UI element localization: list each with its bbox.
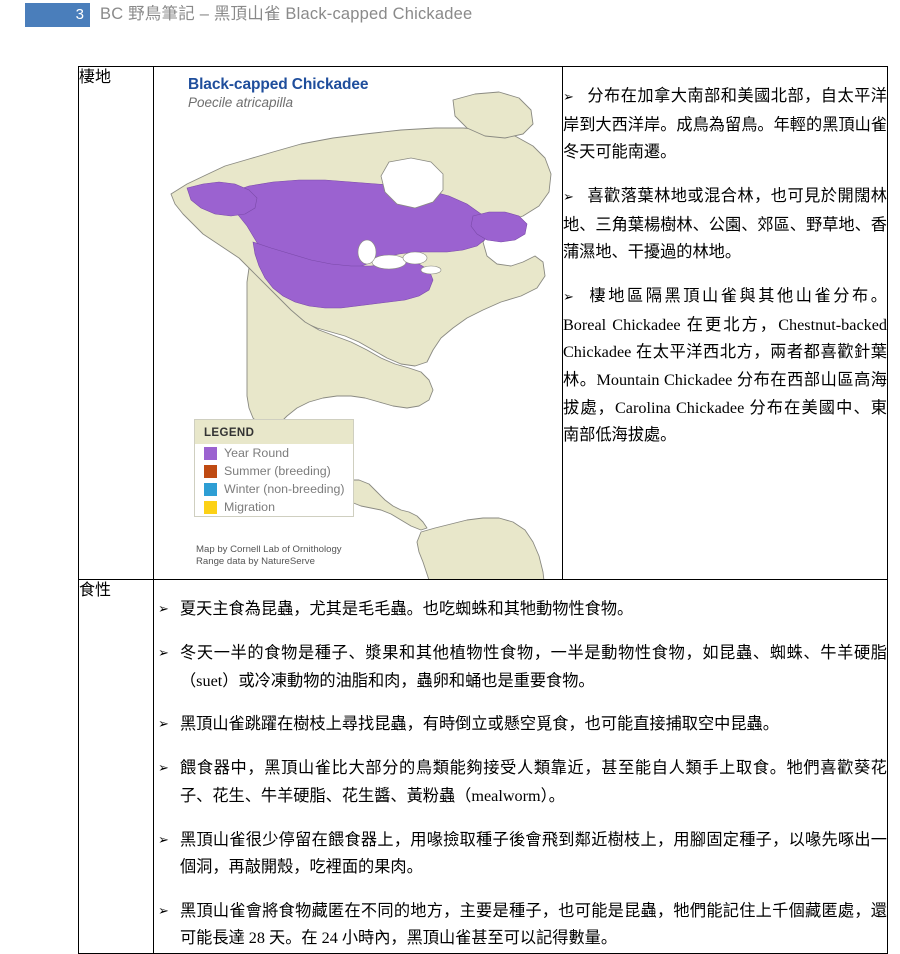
diet-item-text: 冬天一半的食物是種子、漿果和其他植物性食物，一半是動物性食物，如昆蟲、蜘蛛、牛羊…: [180, 643, 887, 690]
map-credit-line-2: Range data by NatureServe: [196, 555, 315, 567]
diet-item-text: 黑頂山雀跳躍在樹枝上尋找昆蟲，有時倒立或懸空覓食，也可能直接捕取空中昆蟲。: [180, 715, 779, 734]
list-item: ➢ 分布在加拿大南部和美國北部，自太平洋岸到大西洋岸。成鳥為留鳥。年輕的黑頂山雀冬…: [563, 83, 887, 167]
habitat-text-cell: ➢ 分布在加拿大南部和美國北部，自太平洋岸到大西洋岸。成鳥為留鳥。年輕的黑頂山雀冬…: [562, 66, 888, 580]
range-map-cell: Black-capped Chickadee Poecile atricapil…: [153, 66, 563, 580]
legend-row-migration: Migration: [195, 498, 353, 516]
page-title: BC 野鳥筆記 – 黑頂山雀 Black-capped Chickadee: [100, 5, 473, 23]
page-number: 3: [75, 6, 84, 23]
legend-swatch-winter: [204, 482, 217, 496]
list-item: ➢ 餵食器中，黑頂山雀比大部分的鳥類能夠接受人類靠近，甚至能自人類手上取食。牠們喜…: [154, 755, 887, 810]
legend-swatch-year-round: [204, 446, 217, 460]
row-label-habitat: 棲地: [78, 66, 154, 580]
habitat-item-text: 棲地區隔黑頂山雀與其他山雀分布。Boreal Chickadee 在更北方，Ch…: [563, 287, 887, 445]
legend-title-bar: LEGEND: [195, 420, 353, 444]
arrow-bullet-icon: ➢: [563, 290, 574, 306]
habitat-item-text: 喜歡落葉林地或混合林，也可見於開闊林地、三角葉楊樹林、公園、郊區、野草地、香蒲濕…: [563, 187, 887, 262]
document-header: 3 BC 野鳥筆記 – 黑頂山雀 Black-capped Chickadee: [0, 0, 900, 36]
legend-swatch-migration: [204, 500, 217, 514]
diet-bullet-list: ➢ 夏天主食為昆蟲，尤其是毛毛蟲。也吃蜘蛛和其牠動物性食物。 ➢ 冬天一半的食物是種…: [154, 596, 887, 953]
diet-item-text: 夏天主食為昆蟲，尤其是毛毛蟲。也吃蜘蛛和其牠動物性食物。: [180, 600, 634, 619]
legend-title: LEGEND: [204, 427, 255, 439]
list-item: ➢ 喜歡落葉林地或混合林，也可見於開闊林地、三角葉楊樹林、公園、郊區、野草地、香蒲…: [563, 183, 887, 267]
legend-label-winter: Winter (non-breeding): [224, 482, 345, 496]
page-number-box: 3: [25, 3, 90, 27]
legend-label-year-round: Year Round: [224, 446, 289, 460]
arrow-bullet-icon: ➢: [158, 645, 169, 661]
habitat-bullet-list: ➢ 分布在加拿大南部和美國北部，自太平洋岸到大西洋岸。成鳥為留鳥。年輕的黑頂山雀冬…: [563, 83, 887, 450]
list-item: ➢ 棲地區隔黑頂山雀與其他山雀分布。Boreal Chickadee 在更北方，C…: [563, 283, 887, 450]
bird-notes-table: 棲地 Black-capped Chickadee Poecile atrica…: [78, 66, 888, 954]
list-item: ➢ 黑頂山雀會將食物藏匿在不同的地方，主要是種子，也可能是昆蟲，牠們能記住上千個藏…: [154, 898, 887, 953]
row-label-diet: 食性: [78, 578, 154, 954]
legend-label-summer: Summer (breeding): [224, 464, 331, 478]
range-map: Black-capped Chickadee Poecile atricapil…: [154, 67, 562, 579]
arrow-bullet-icon: ➢: [158, 903, 169, 919]
legend-label-migration: Migration: [224, 500, 275, 514]
legend-row-winter: Winter (non-breeding): [195, 480, 353, 498]
diet-item-text: 黑頂山雀很少停留在餵食器上，用喙撿取種子後會飛到鄰近樹枝上，用腳固定種子，以喙先…: [180, 830, 887, 877]
arrow-bullet-icon: ➢: [158, 602, 169, 618]
diet-text-cell: ➢ 夏天主食為昆蟲，尤其是毛毛蟲。也吃蜘蛛和其牠動物性食物。 ➢ 冬天一半的食物是種…: [153, 578, 888, 954]
habitat-item-text: 分布在加拿大南部和美國北部，自太平洋岸到大西洋岸。成鳥為留鳥。年輕的黑頂山雀冬天…: [563, 87, 887, 162]
list-item: ➢ 黑頂山雀很少停留在餵食器上，用喙撿取種子後會飛到鄰近樹枝上，用腳固定種子，以喙…: [154, 827, 887, 882]
list-item: ➢ 黑頂山雀跳躍在樹枝上尋找昆蟲，有時倒立或懸空覓食，也可能直接捕取空中昆蟲。: [154, 711, 887, 739]
map-legend: LEGEND Year Round Summer (breeding) Wint…: [194, 419, 354, 517]
arrow-bullet-icon: ➢: [158, 832, 169, 848]
arrow-bullet-icon: ➢: [158, 717, 169, 733]
diet-item-text: 黑頂山雀會將食物藏匿在不同的地方，主要是種子，也可能是昆蟲，牠們能記住上千個藏匿…: [180, 901, 887, 948]
legend-row-summer: Summer (breeding): [195, 462, 353, 480]
arrow-bullet-icon: ➢: [563, 190, 574, 206]
map-credit-line-1: Map by Cornell Lab of Ornithology: [196, 544, 342, 555]
arrow-bullet-icon: ➢: [158, 761, 169, 777]
map-credits: Map by Cornell Lab of Ornithology Range …: [196, 544, 342, 567]
legend-row-year-round: Year Round: [195, 444, 353, 462]
legend-swatch-summer: [204, 464, 217, 478]
arrow-bullet-icon: ➢: [563, 90, 574, 106]
list-item: ➢ 夏天主食為昆蟲，尤其是毛毛蟲。也吃蜘蛛和其牠動物性食物。: [154, 596, 887, 624]
list-item: ➢ 冬天一半的食物是種子、漿果和其他植物性食物，一半是動物性食物，如昆蟲、蜘蛛、牛…: [154, 640, 887, 695]
table-row-diet: 食性 ➢ 夏天主食為昆蟲，尤其是毛毛蟲。也吃蜘蛛和其牠動物性食物。 ➢ 冬天一半的食…: [78, 578, 888, 954]
table-row-habitat: 棲地 Black-capped Chickadee Poecile atrica…: [78, 66, 888, 580]
diet-item-text: 餵食器中，黑頂山雀比大部分的鳥類能夠接受人類靠近，甚至能自人類手上取食。牠們喜歡…: [180, 759, 887, 805]
